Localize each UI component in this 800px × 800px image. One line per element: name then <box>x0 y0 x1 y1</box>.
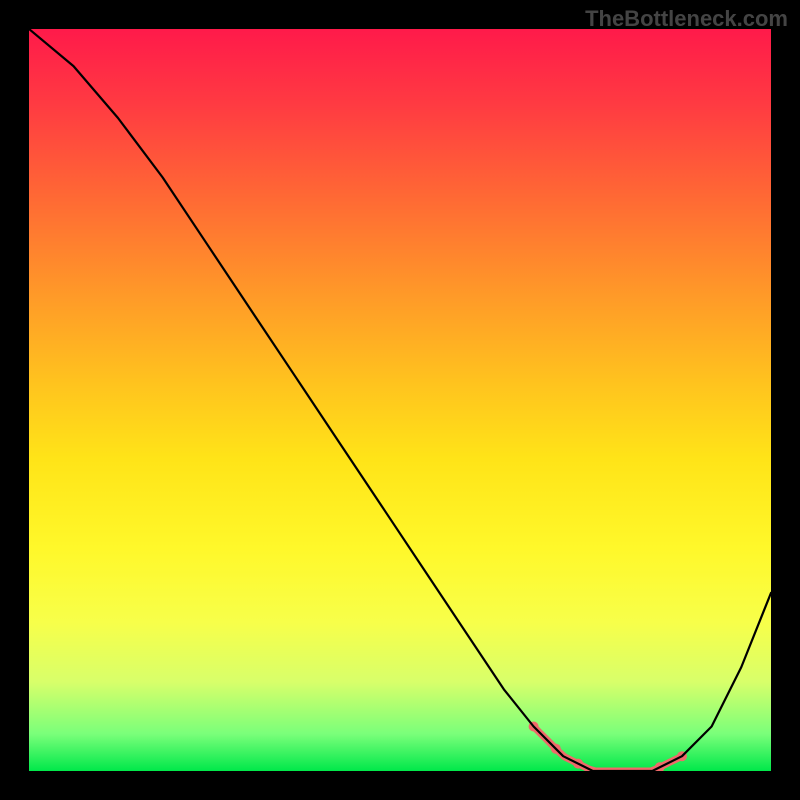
watermark-text: TheBottleneck.com <box>585 6 788 32</box>
chart-plot-area <box>29 29 771 771</box>
bottleneck-curve-path <box>29 29 771 771</box>
bottleneck-curve <box>29 29 771 771</box>
